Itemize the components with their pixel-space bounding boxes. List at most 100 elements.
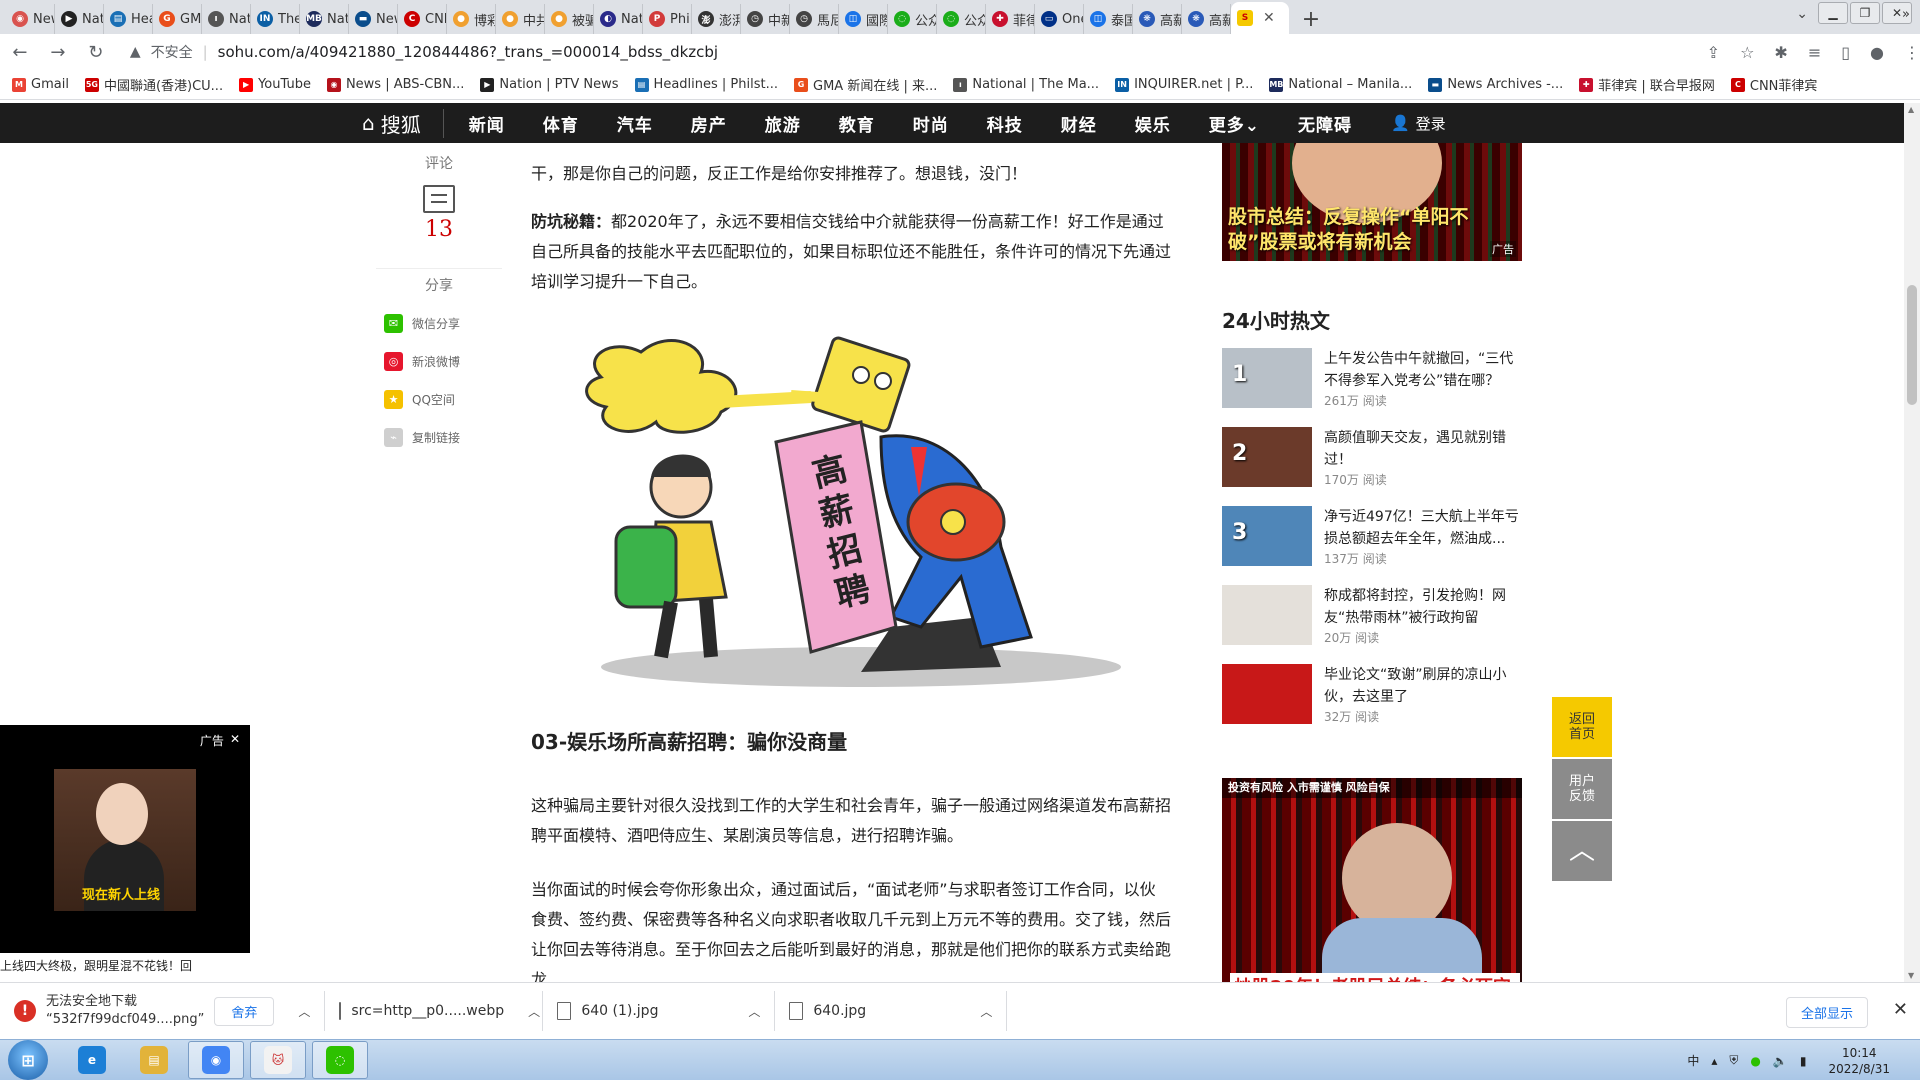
bookmark-item[interactable]: ▶ Nation | PTV News (480, 77, 619, 92)
nav-item[interactable]: 娱乐 (1116, 111, 1190, 136)
taskbar-app-ie[interactable]: e (64, 1041, 120, 1079)
bookmark-item[interactable]: IN INQUIRER.net | P... (1115, 77, 1253, 92)
bookmark-item[interactable]: ▤ Headlines | Philst... (634, 77, 778, 92)
back-to-top-button[interactable]: ︿ (1552, 821, 1612, 881)
bookmark-item[interactable]: G GMA 新闻在线 | 来... (794, 75, 937, 94)
extensions-icon[interactable]: ✱ (1774, 43, 1787, 62)
bookmark-item[interactable]: 5G 中國聯通(香港)CU... (84, 75, 223, 94)
browser-tab[interactable]: ● 中共 (496, 4, 545, 34)
nav-item[interactable]: 旅游 (746, 111, 820, 136)
nav-item[interactable]: 无障碍 (1279, 111, 1371, 136)
minimize-button[interactable]: ▁ (1818, 2, 1848, 24)
browser-tab-active[interactable]: S ✕ (1231, 2, 1289, 34)
hot-article-item[interactable]: 1 上午发公告中午就撤回，“三代不得参军入党考公”错在哪？ 261万 阅读 (1222, 348, 1522, 427)
nav-item[interactable]: 财经 (1042, 111, 1116, 136)
bookmark-star-icon[interactable]: ☆ (1740, 43, 1754, 62)
browser-tab[interactable]: ▶ Nati (55, 4, 104, 34)
browser-tab[interactable]: ▭ One (1035, 4, 1084, 34)
browser-tab[interactable]: ◌ 公众 (937, 4, 986, 34)
download-item[interactable]: src=http__p0.....webp ︿ (325, 991, 544, 1031)
ime-indicator[interactable]: 中 (1687, 1052, 1699, 1069)
tab-search-button[interactable]: ⌄ (1796, 6, 1808, 22)
browser-tab[interactable]: ◉ New (6, 4, 55, 34)
browser-tab[interactable]: ◷ 中新 (741, 4, 790, 34)
hot-article-title[interactable]: 称成都将封控，引发抢购！网友“热带雨林”被行政拘留 (1324, 585, 1522, 629)
bookmark-item[interactable]: ▬ News Archives -... (1428, 77, 1563, 92)
comment-count[interactable]: 13 (376, 217, 502, 242)
url-text[interactable]: sohu.com/a/409421880_120844486?_trans_=0… (218, 43, 718, 61)
chevron-up-icon[interactable]: ︿ (528, 1003, 540, 1020)
browser-tab[interactable]: C CNN (398, 4, 447, 34)
bookmark-item[interactable]: MB National – Manila... (1269, 77, 1412, 92)
browser-tab[interactable]: 澎澎湃 (692, 4, 741, 34)
nav-item[interactable]: 时尚 (894, 111, 968, 136)
close-icon[interactable]: ✕ (230, 732, 240, 749)
share-item[interactable]: ★ QQ空间 (384, 390, 502, 409)
hot-article-item[interactable]: 3 净亏近497亿！三大航上半年亏损总额超去年全年，燃油成... 137万 阅读 (1222, 506, 1522, 585)
back-button[interactable]: ← (10, 42, 30, 63)
security-icon[interactable]: ⛨ (1729, 1053, 1738, 1068)
nav-item[interactable]: 新闻 (450, 111, 524, 136)
forward-button[interactable]: → (48, 42, 68, 63)
sohu-logo[interactable]: ⌂ 搜狐 (362, 108, 444, 138)
close-tab-icon[interactable]: ✕ (1263, 10, 1275, 26)
floating-video-ad[interactable]: 广告 ✕ 现在新人上线 (0, 725, 250, 953)
browser-tab[interactable]: ◷ 馬尼 (790, 4, 839, 34)
browser-tab[interactable]: ▬ New (349, 4, 398, 34)
clock[interactable]: 10:14 2022/8/31 (1828, 1045, 1890, 1077)
menu-kebab-icon[interactable]: ⋮ (1904, 43, 1920, 62)
chevron-up-icon[interactable]: ︿ (980, 1003, 992, 1020)
tray-arrow-icon[interactable]: ▴ (1711, 1054, 1717, 1068)
share-item[interactable]: ⌁ 复制链接 (384, 428, 502, 447)
hot-article-item[interactable]: 2 高颜值聊天交友，遇见就别错过！ 170万 阅读 (1222, 427, 1522, 506)
share-page-icon[interactable]: ⇪ (1707, 43, 1720, 62)
bookmark-item[interactable]: ı National | The Ma... (953, 77, 1099, 92)
bookmark-item[interactable]: ✚ 菲律宾 | 联合早报网 (1579, 75, 1715, 94)
address-bar[interactable]: ▲ 不安全 | sohu.com/a/409421880_120844486?_… (124, 38, 1689, 66)
side-panel-icon[interactable]: ▯ (1841, 43, 1850, 62)
scroll-up-icon[interactable]: ▲ (1908, 105, 1914, 114)
hot-article-title[interactable]: 上午发公告中午就撤回，“三代不得参军入党考公”错在哪？ (1324, 348, 1522, 392)
browser-tab[interactable]: P Phili (643, 4, 692, 34)
taskbar-app-explorer[interactable]: ▤ (126, 1041, 182, 1079)
browser-tab[interactable]: ◫ 泰国 (1084, 4, 1133, 34)
nav-item[interactable]: 科技 (968, 111, 1042, 136)
scroll-down-icon[interactable]: ▼ (1908, 971, 1914, 980)
reload-button[interactable]: ↻ (86, 42, 106, 63)
reading-list-icon[interactable]: ≡ (1808, 43, 1821, 62)
nav-item[interactable]: 教育 (820, 111, 894, 136)
floating-ad-text[interactable]: 上线四大终极，跟明星混不花钱！回 (0, 957, 250, 974)
restore-button[interactable]: ❐ (1850, 2, 1880, 24)
bookmark-item[interactable]: C CNN菲律宾 (1730, 75, 1817, 94)
browser-tab[interactable]: ● 被骗 (545, 4, 594, 34)
close-download-bar-icon[interactable]: ✕ (1893, 999, 1908, 1020)
download-item[interactable]: 640 (1).jpg ︿ (543, 991, 776, 1031)
chevron-up-icon[interactable]: ︿ (298, 1003, 310, 1020)
browser-tab[interactable]: ✚ 菲律 (986, 4, 1035, 34)
browser-tab[interactable]: ◐ Nati (594, 4, 643, 34)
browser-tab[interactable]: ◌ 公众 (888, 4, 937, 34)
discard-button[interactable]: 舍弃 (214, 996, 275, 1026)
browser-tab[interactable]: MB Nati (300, 4, 349, 34)
wechat-tray-icon[interactable]: ● (1750, 1054, 1760, 1068)
bookmarks-more-button[interactable]: » (1902, 7, 1910, 22)
page-scrollbar[interactable]: ▲ ▼ (1904, 103, 1920, 982)
scrollbar-thumb[interactable] (1907, 285, 1917, 405)
share-item[interactable]: ✉ 微信分享 (384, 314, 502, 333)
browser-tab[interactable]: ● 博彩 (447, 4, 496, 34)
browser-tab[interactable]: ❋ 高薪 (1182, 4, 1231, 34)
nav-item[interactable]: 体育 (524, 111, 598, 136)
download-item[interactable]: 640.jpg ︿ (775, 991, 1008, 1031)
hot-article-title[interactable]: 高颜值聊天交友，遇见就别错过！ (1324, 427, 1522, 471)
show-all-downloads-button[interactable]: 全部显示 (1785, 997, 1868, 1028)
start-button[interactable]: ⊞ (8, 1040, 48, 1080)
taskbar-app-cat[interactable]: 🐱 (250, 1041, 306, 1079)
browser-tab[interactable]: ◫ 國際 (839, 4, 888, 34)
comment-icon[interactable] (423, 185, 455, 213)
browser-tab[interactable]: ı Nati (202, 4, 251, 34)
network-icon[interactable]: ▮ (1800, 1054, 1807, 1068)
login-link[interactable]: 👤 登录 (1371, 113, 1446, 134)
volume-icon[interactable]: 🔈 (1773, 1054, 1788, 1068)
nav-item[interactable]: 更多⌄ (1190, 111, 1279, 136)
bookmark-item[interactable]: M Gmail (12, 77, 69, 92)
